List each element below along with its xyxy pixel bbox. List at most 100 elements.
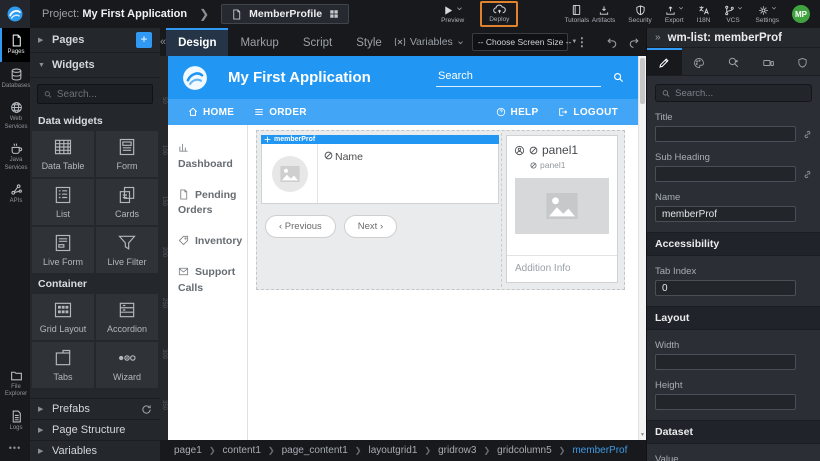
- sidebar-item-databases[interactable]: Databases: [0, 62, 30, 96]
- more-options-icon[interactable]: •••: [0, 437, 30, 461]
- nav-home[interactable]: HOME: [188, 107, 234, 118]
- more-actions-icon[interactable]: ⋮: [576, 35, 588, 49]
- breadcrumb-gridrow3[interactable]: gridrow3: [438, 445, 476, 456]
- gridcolumn-right[interactable]: panel1 panel1: [502, 133, 622, 287]
- user-avatar[interactable]: MP: [792, 5, 810, 23]
- memberprof-list-item[interactable]: Name: [261, 144, 499, 204]
- breadcrumb-page1[interactable]: page1: [174, 445, 202, 456]
- breadcrumb-layoutgrid1[interactable]: layoutgrid1: [368, 445, 417, 456]
- breadcrumb-page-content1[interactable]: page_content1: [282, 445, 348, 456]
- title-input[interactable]: [655, 126, 796, 142]
- tab-script[interactable]: Script: [291, 28, 344, 56]
- tab-index-input[interactable]: [655, 280, 796, 296]
- breadcrumb-memberprof[interactable]: memberProf: [572, 445, 627, 456]
- widget-tile-grid-layout[interactable]: Grid Layout: [32, 294, 94, 340]
- tab-security[interactable]: [785, 48, 820, 75]
- list-item-image-cell[interactable]: [262, 144, 318, 203]
- page-tab-memberprofile[interactable]: MemberProfile: [221, 4, 349, 24]
- scrollbar-thumb[interactable]: [640, 58, 645, 104]
- widget-tile-live-form[interactable]: Live Form: [32, 227, 94, 273]
- sidebar-item-apis[interactable]: APIs: [0, 177, 30, 211]
- widget-tile-list[interactable]: List: [32, 179, 94, 225]
- vcs-button[interactable]: VCS: [724, 5, 743, 24]
- widget-tile-accordion[interactable]: Accordion: [96, 294, 158, 340]
- refresh-icon[interactable]: [141, 404, 152, 415]
- settings-button[interactable]: Settings: [756, 5, 780, 24]
- panel-title[interactable]: panel1: [542, 143, 578, 157]
- memberprof-list-header[interactable]: memberProf: [261, 135, 499, 144]
- nav-logout[interactable]: LOGOUT: [558, 107, 618, 118]
- tab-markup[interactable]: Markup: [228, 28, 290, 56]
- wavemaker-logo[interactable]: [0, 0, 30, 28]
- i18n-button[interactable]: I18N: [697, 5, 711, 24]
- sub-heading-input[interactable]: [655, 166, 796, 182]
- scroll-down-arrow-icon[interactable]: ▼: [639, 432, 646, 440]
- widget-tile-tabs[interactable]: Tabs: [32, 342, 94, 388]
- name-input[interactable]: [655, 206, 796, 222]
- globe-icon: [10, 101, 23, 114]
- app-search-input[interactable]: Search: [436, 68, 601, 87]
- collapse-panel-icon[interactable]: »: [655, 32, 661, 43]
- panel1-widget[interactable]: panel1 panel1: [506, 135, 618, 283]
- widget-tile-form[interactable]: Form: [96, 131, 158, 177]
- nav-help[interactable]: HELP: [496, 107, 539, 118]
- tab-events[interactable]: [716, 48, 751, 75]
- tab-design[interactable]: Design: [166, 28, 228, 56]
- breadcrumb-content1[interactable]: content1: [223, 445, 261, 456]
- canvas-scrollbar[interactable]: ▼: [638, 56, 646, 440]
- height-input[interactable]: [655, 394, 796, 410]
- variables-section-header[interactable]: ▶ Variables: [30, 440, 160, 461]
- bind-link-icon[interactable]: [803, 129, 812, 140]
- width-input[interactable]: [655, 354, 796, 370]
- nav-item-inventory[interactable]: Inventory: [178, 234, 247, 250]
- sidebar-item-file-explorer[interactable]: File Explorer: [0, 363, 30, 404]
- previous-button[interactable]: ‹ Previous: [265, 215, 336, 238]
- security-button[interactable]: Security: [628, 5, 651, 24]
- add-page-button[interactable]: +: [136, 32, 152, 48]
- widget-search-input[interactable]: [57, 89, 146, 100]
- properties-search[interactable]: [655, 84, 812, 102]
- sidebar-item-logs[interactable]: Logs: [0, 404, 30, 438]
- list-name-field[interactable]: Name: [335, 151, 363, 163]
- widgets-section-header[interactable]: ▼ Widgets: [30, 53, 160, 78]
- properties-search-input[interactable]: [675, 88, 805, 99]
- tab-style[interactable]: Style: [344, 28, 394, 56]
- nav-item-dashboard[interactable]: Dashboard: [178, 141, 247, 173]
- widget-tile-wizard[interactable]: Wizard: [96, 342, 158, 388]
- sidebar-item-java-services[interactable]: Java Services: [0, 136, 30, 177]
- deploy-button-highlighted[interactable]: Deploy: [480, 1, 518, 27]
- sidebar-item-pages[interactable]: Pages: [0, 28, 30, 62]
- bind-link-icon[interactable]: [803, 169, 812, 180]
- preview-button[interactable]: Preview: [441, 5, 464, 24]
- widget-tile-data-table[interactable]: Data Table: [32, 131, 94, 177]
- gridcolumn-left[interactable]: memberProf: [259, 133, 502, 287]
- grid-view-icon[interactable]: [329, 9, 339, 19]
- tab-devices[interactable]: [751, 48, 786, 75]
- sidebar-item-web-services[interactable]: Web Services: [0, 95, 30, 136]
- nav-order[interactable]: ORDER: [254, 107, 307, 118]
- gridrow3[interactable]: memberProf: [256, 130, 625, 290]
- tutorials-button[interactable]: Tutorials: [564, 4, 589, 24]
- widget-search[interactable]: [37, 84, 153, 104]
- panel-image-placeholder[interactable]: [515, 178, 609, 234]
- layout-section-header: Layout: [647, 306, 820, 330]
- widget-tile-live-filter[interactable]: Live Filter: [96, 227, 158, 273]
- widget-tile-cards[interactable]: Cards: [96, 179, 158, 225]
- tab-properties[interactable]: [647, 48, 682, 75]
- prefabs-section-header[interactable]: ▶ Prefabs: [30, 398, 160, 419]
- export-button[interactable]: Export: [665, 5, 684, 24]
- undo-button[interactable]: [606, 36, 619, 49]
- breadcrumb-gridcolumn5[interactable]: gridcolumn5: [497, 445, 551, 456]
- pages-section-header[interactable]: ▶ Pages +: [30, 28, 160, 53]
- nav-item-pending-orders[interactable]: Pending Orders: [178, 188, 247, 220]
- next-button[interactable]: Next ›: [344, 215, 397, 238]
- tab-styles[interactable]: [682, 48, 717, 75]
- page-structure-section-header[interactable]: ▶ Page Structure: [30, 419, 160, 440]
- variables-dropdown[interactable]: Variables: [394, 36, 464, 48]
- redo-button[interactable]: [627, 36, 640, 49]
- nav-item-support-calls[interactable]: Support Calls: [178, 265, 247, 297]
- artifacts-button[interactable]: Artifacts: [592, 5, 615, 24]
- search-icon[interactable]: [613, 72, 624, 83]
- screen-size-select[interactable]: -- Choose Screen Size -- ▼: [472, 33, 568, 51]
- panel-subheading[interactable]: panel1: [540, 160, 566, 170]
